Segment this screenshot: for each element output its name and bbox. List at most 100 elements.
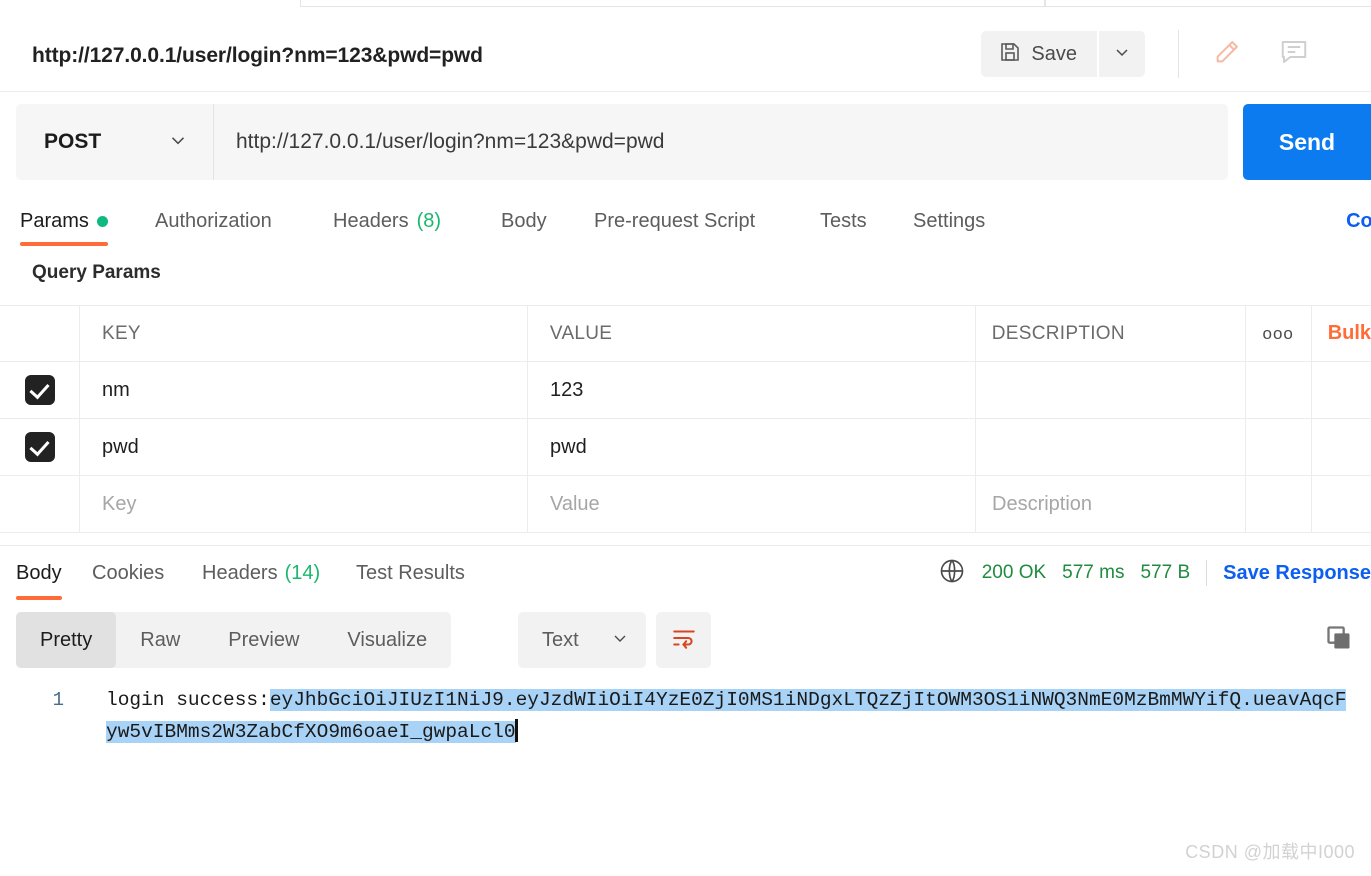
tab-params-label: Params [20, 209, 89, 232]
view-mode-visualize[interactable]: Visualize [323, 612, 451, 668]
open-tab-edge-2[interactable] [1045, 0, 1371, 7]
status-divider [1206, 560, 1208, 586]
response-size: 577 B [1140, 562, 1191, 583]
tab-tests[interactable]: Tests [820, 196, 867, 246]
cookies-link[interactable]: Coo [1346, 196, 1371, 246]
save-response-button[interactable]: Save Response [1223, 562, 1371, 585]
comment-icon [1279, 37, 1309, 72]
copy-response-button[interactable] [1319, 620, 1359, 660]
response-time: 577 ms [1062, 562, 1125, 583]
comment-button[interactable] [1265, 32, 1323, 76]
header-checkbox-cell [0, 306, 80, 361]
response-tab-body-label: Body [16, 561, 62, 584]
table-header-row: KEY VALUE DESCRIPTION ooo Bulk [0, 305, 1371, 362]
copy-icon [1325, 624, 1353, 657]
tab-authorization-label: Authorization [155, 209, 272, 232]
tab-body-label: Body [501, 209, 547, 232]
response-body-prefix: login success: [106, 689, 270, 711]
table-row-empty[interactable]: Key Value Description [0, 476, 1371, 533]
view-mode-raw[interactable]: Raw [116, 612, 204, 668]
response-tab-headers[interactable]: Headers (14) [202, 546, 320, 600]
save-options-button[interactable] [1099, 31, 1145, 77]
tab-headers[interactable]: Headers (8) [333, 196, 441, 246]
bulk-edit-link[interactable]: Bulk [1328, 322, 1371, 345]
response-tab-cookies-label: Cookies [92, 561, 165, 584]
url-bar-row: POST http://127.0.0.1/user/login?nm=123&… [0, 104, 1371, 180]
tab-pre-request-script-label: Pre-request Script [594, 209, 756, 232]
active-response-tab-underline [16, 596, 62, 600]
edit-request-button[interactable] [1198, 32, 1256, 76]
row-checkbox[interactable] [24, 375, 55, 405]
column-header-description: DESCRIPTION [991, 322, 1125, 344]
toolbar-divider [1178, 30, 1179, 78]
response-tab-cookies[interactable]: Cookies [92, 546, 164, 600]
tab-pre-request-script[interactable]: Pre-request Script [594, 196, 755, 246]
request-title-bar: http://127.0.0.1/user/login?nm=123&pwd=p… [0, 8, 1371, 92]
tab-params[interactable]: Params [20, 196, 108, 246]
http-method-value: POST [44, 130, 102, 153]
word-wrap-icon [671, 625, 697, 656]
response-body-viewer[interactable]: 1 login success:eyJhbGciOiJIUzI1NiJ9.eyJ… [0, 684, 1371, 834]
param-value[interactable]: pwd [550, 436, 587, 459]
response-status-group: 200 OK 577 ms 577 B Save Response [938, 546, 1371, 600]
param-key[interactable]: pwd [102, 436, 139, 459]
save-button[interactable]: Save [981, 31, 1097, 77]
new-param-value-input[interactable]: Value [550, 493, 600, 516]
method-url-container: POST http://127.0.0.1/user/login?nm=123&… [16, 104, 1228, 180]
new-param-description-input[interactable]: Description [992, 493, 1092, 516]
chevron-down-icon [1112, 42, 1132, 67]
row-checkbox[interactable] [24, 432, 55, 462]
response-tab-test-results[interactable]: Test Results [356, 546, 465, 600]
response-tab-body[interactable]: Body [16, 546, 62, 600]
view-mode-segmented-control: Pretty Raw Preview Visualize [16, 612, 452, 668]
tab-settings[interactable]: Settings [913, 196, 985, 246]
table-row[interactable]: nm 123 [0, 362, 1371, 419]
tab-headers-count: (8) [416, 209, 442, 232]
response-body-token-selected[interactable]: eyJhbGciOiJIUzI1NiJ9.eyJzdWIiOiI4YzE0ZjI… [106, 689, 1347, 743]
line-number: 1 [52, 689, 64, 711]
url-input[interactable]: http://127.0.0.1/user/login?nm=123&pwd=p… [214, 104, 1228, 180]
chevron-down-icon [167, 129, 189, 156]
new-param-key-input[interactable]: Key [102, 493, 136, 516]
response-body-text[interactable]: login success:eyJhbGciOiJIUzI1NiJ9.eyJzd… [106, 684, 1351, 748]
pencil-icon [1213, 38, 1241, 71]
param-key[interactable]: nm [102, 379, 130, 402]
postman-window: http://127.0.0.1/user/login?nm=123&pwd=p… [0, 0, 1371, 876]
table-row[interactable]: pwd pwd [0, 419, 1371, 476]
globe-icon [938, 557, 966, 590]
tab-settings-label: Settings [913, 209, 986, 232]
save-button-label: Save [1031, 42, 1077, 65]
request-tab-strip [0, 0, 1371, 8]
query-params-label: Query Params [32, 262, 161, 283]
floppy-disk-icon [998, 40, 1022, 69]
response-format-value: Text [542, 628, 579, 651]
response-tab-test-results-label: Test Results [356, 561, 465, 584]
column-header-value: VALUE [549, 322, 613, 344]
tab-headers-label: Headers [333, 209, 409, 232]
wrap-text-button[interactable] [656, 612, 711, 668]
view-mode-preview[interactable]: Preview [204, 612, 323, 668]
more-options-icon[interactable]: ooo [1263, 324, 1294, 344]
http-method-select[interactable]: POST [16, 104, 214, 180]
param-value[interactable]: 123 [550, 379, 583, 402]
save-button-group: Save [981, 31, 1145, 77]
view-mode-pretty[interactable]: Pretty [16, 612, 117, 668]
status-code: 200 OK [981, 562, 1047, 583]
response-tab-bar: Body Cookies Headers (14) Test Results 2… [0, 545, 1371, 600]
active-tab-underline [20, 242, 108, 246]
response-format-select[interactable]: Text [518, 612, 646, 668]
tab-authorization[interactable]: Authorization [155, 196, 272, 246]
text-cursor [514, 719, 518, 742]
query-params-table: KEY VALUE DESCRIPTION ooo Bulk nm 123 pw… [0, 305, 1371, 533]
response-tab-headers-count: (14) [284, 561, 321, 584]
send-button[interactable]: Send [1243, 104, 1371, 180]
tab-body[interactable]: Body [501, 196, 547, 246]
watermark: CSDN @加载中I000 [1185, 842, 1355, 862]
column-header-key: KEY [101, 322, 141, 344]
params-indicator-dot [96, 215, 108, 227]
request-tabs: Params Authorization Headers (8) Body Pr… [0, 196, 1371, 246]
response-tab-headers-label: Headers [202, 561, 278, 584]
open-tab-edge-1[interactable] [300, 0, 1045, 7]
response-view-toolbar: Pretty Raw Preview Visualize Text [0, 612, 1371, 670]
tab-tests-label: Tests [820, 209, 867, 232]
